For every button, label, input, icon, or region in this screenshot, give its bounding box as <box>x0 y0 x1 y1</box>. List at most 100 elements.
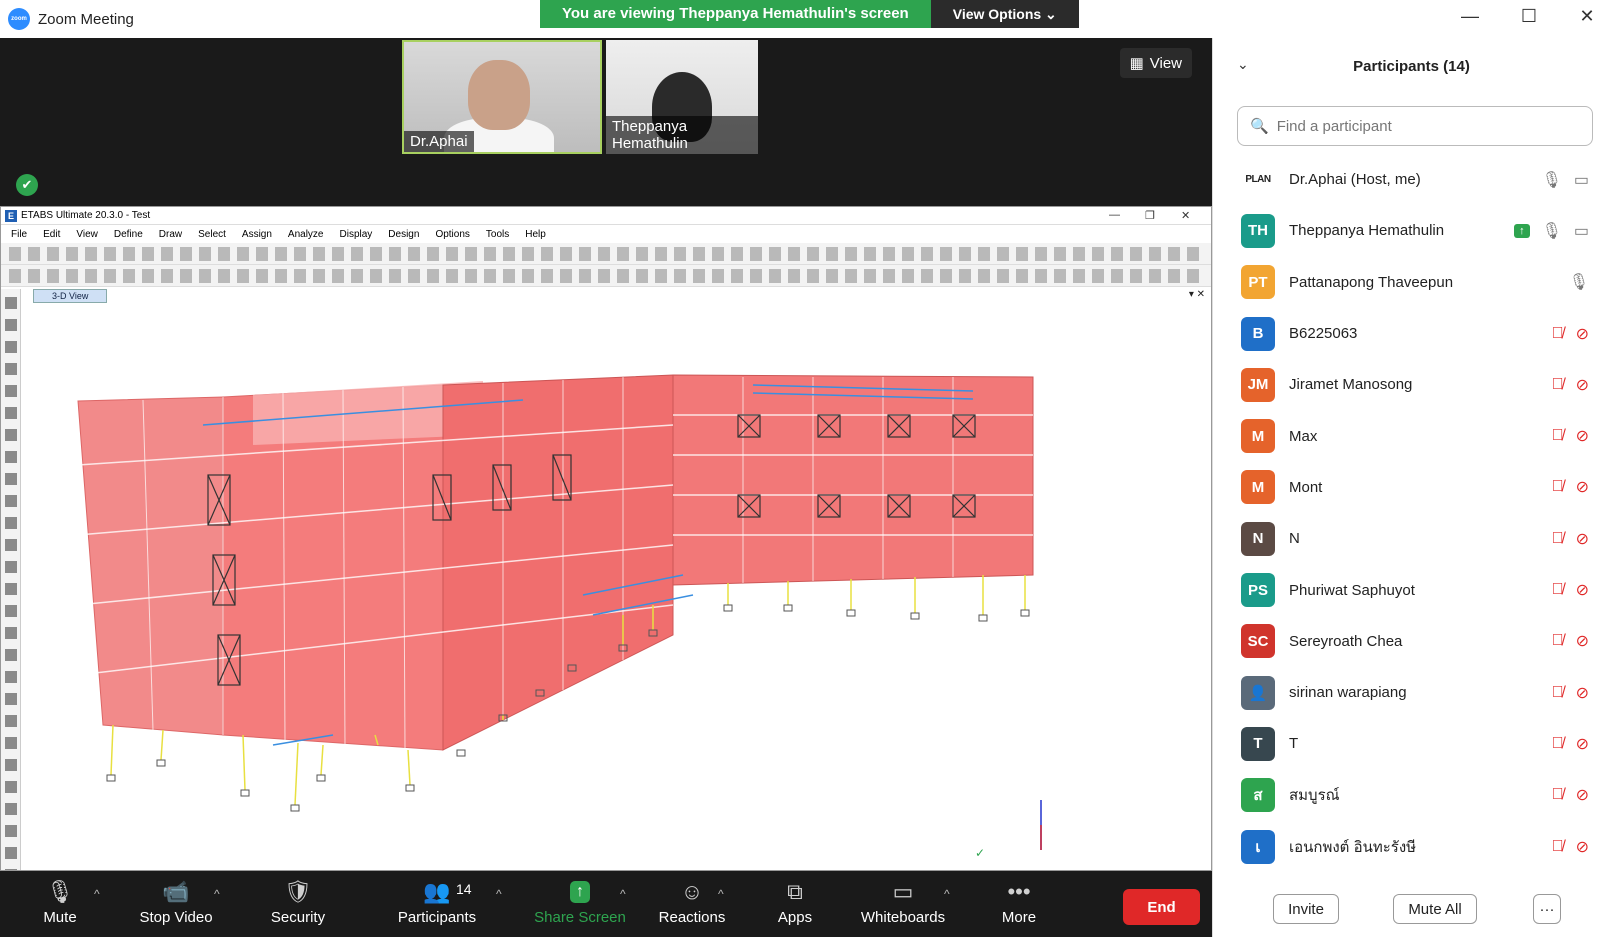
etabs-menu-item: Options <box>435 228 470 240</box>
minimize-button[interactable]: — <box>1455 6 1485 27</box>
share-banner: You are viewing Theppanya Hemathulin's s… <box>540 0 1079 28</box>
participant-name: Phuriwat Saphuyot <box>1289 581 1415 599</box>
view-options-button[interactable]: View Options ⌄ <box>930 0 1079 28</box>
video-off-icon: ⊘ <box>1575 838 1589 856</box>
microphone-muted-icon: 🎙̸ <box>1551 529 1564 547</box>
participants-label: Participants <box>397 909 477 926</box>
participant-status-icons: 🎙̸ ⊘ <box>1552 375 1589 395</box>
stop-video-label: Stop Video <box>139 909 213 926</box>
whiteboards-options-caret[interactable]: ^ <box>944 887 950 901</box>
participant-row[interactable]: ส สมบูรณ์ 🎙̸ ⊘ <box>1213 770 1610 821</box>
etabs-menu-item: Define <box>113 228 143 240</box>
whiteboards-button[interactable]: ▭ Whiteboards <box>856 877 950 926</box>
participant-row[interactable]: เ เอนกพงต์ อินทะรังษี 🎙̸ ⊘ <box>1213 821 1610 872</box>
video-off-icon: ⊘ <box>1575 428 1589 446</box>
video-off-icon: ⊘ <box>1575 479 1589 497</box>
participant-status-icons: 🎙̸ ⊘ <box>1552 785 1589 805</box>
microphone-muted-icon: 🎙̸ <box>1551 632 1564 650</box>
participant-row[interactable]: M Max 🎙̸ ⊘ <box>1213 410 1610 461</box>
apps-button[interactable]: ⧉ Apps <box>770 877 820 926</box>
video-camera-icon: ▭ <box>1573 222 1589 240</box>
microphone-muted-icon: 🎙̸ <box>1551 427 1564 445</box>
participant-status-icons: 🎙̸ ⊘ <box>1552 837 1589 857</box>
participant-name: Max <box>1289 427 1318 445</box>
participant-row[interactable]: SC Sereyroath Chea 🎙̸ ⊘ <box>1213 616 1610 667</box>
chevron-down-icon[interactable]: ⌄ <box>1237 56 1249 73</box>
encryption-shield-icon[interactable]: ✔ <box>16 174 38 196</box>
etabs-toolbar <box>1 243 1211 265</box>
microphone-icon: 🎙 <box>46 879 74 904</box>
participant-row[interactable]: PT Pattanapong Thaveepun 🎙 <box>1213 257 1610 308</box>
etabs-minimize-icon: — <box>1109 209 1120 221</box>
building-model-graphic: ✓ <box>77 374 1042 860</box>
avatar: N <box>1241 521 1275 556</box>
microphone-muted-icon: 🎙̸ <box>1551 837 1564 855</box>
microphone-muted-icon: 🎙̸ <box>1551 786 1564 804</box>
participant-row[interactable]: 👤 sirinan warapiang 🎙̸ ⊘ <box>1213 667 1610 718</box>
participant-name: N <box>1289 530 1300 548</box>
etabs-title: ETABS Ultimate 20.3.0 - Test <box>21 210 151 221</box>
etabs-menu-bar: File Edit View Define Draw Select Assign… <box>1 225 1211 243</box>
window-title: Zoom Meeting <box>38 10 134 28</box>
svg-text:✓: ✓ <box>975 846 985 860</box>
etabs-menu-item: Draw <box>158 228 183 240</box>
etabs-title-bar: E ETABS Ultimate 20.3.0 - Test — ❐ ✕ <box>1 207 1211 225</box>
microphone-icon: 🎙 <box>1541 222 1562 240</box>
mute-button[interactable]: 🎙 Mute <box>38 877 82 926</box>
shared-screen: E ETABS Ultimate 20.3.0 - Test — ❐ ✕ Fil… <box>0 206 1212 871</box>
more-button[interactable]: ••• More <box>994 877 1044 926</box>
participant-row[interactable]: TH Theppanya Hemathulin ↑ 🎙 ▭ <box>1213 205 1610 256</box>
participant-name: Dr.Aphai (Host, me) <box>1289 171 1421 189</box>
microphone-muted-icon: 🎙̸ <box>1551 581 1564 599</box>
participant-status-icons: 🎙̸ ⊘ <box>1552 426 1589 446</box>
participant-name: T <box>1289 735 1299 753</box>
invite-button[interactable]: Invite <box>1273 894 1339 924</box>
mute-options-caret[interactable]: ^ <box>94 887 100 901</box>
panel-more-button[interactable]: ··· <box>1533 894 1561 924</box>
view-layout-button[interactable]: ▦ View <box>1119 48 1192 78</box>
video-tile[interactable]: Theppanya Hemathulin <box>606 40 758 154</box>
participant-row[interactable]: N N 🎙̸ ⊘ <box>1213 513 1610 564</box>
microphone-icon: 🎙 <box>1541 171 1562 189</box>
participant-name: sirinan warapiang <box>1289 684 1407 702</box>
video-options-caret[interactable]: ^ <box>214 887 220 901</box>
participant-row[interactable]: JM Jiramet Manosong 🎙̸ ⊘ <box>1213 359 1610 410</box>
participant-list: PLAN Dr.Aphai (Host, me) 🎙 ▭ TH Theppanya Hem… <box>1213 154 1610 872</box>
stop-video-button[interactable]: 📹 Stop Video <box>134 877 218 926</box>
avatar: M <box>1241 470 1275 505</box>
share-options-caret[interactable]: ^ <box>620 887 626 901</box>
security-button[interactable]: 🛡 Security <box>266 877 330 926</box>
etabs-menu-item: Tools <box>485 228 510 240</box>
participant-status-icons: 🎙̸ ⊘ <box>1552 734 1589 754</box>
mute-label: Mute <box>43 909 77 926</box>
title-bar: zoom Zoom Meeting You are viewing Theppa… <box>0 0 1610 38</box>
reactions-options-caret[interactable]: ^ <box>718 887 724 901</box>
participants-options-caret[interactable]: ^ <box>496 887 502 901</box>
avatar: SC <box>1241 624 1275 659</box>
participant-search[interactable]: 🔍 <box>1237 106 1593 146</box>
search-input[interactable] <box>1276 117 1577 135</box>
participant-row[interactable]: M Mont 🎙̸ ⊘ <box>1213 462 1610 513</box>
participant-name: Theppanya Hemathulin <box>1289 222 1445 240</box>
avatar: TH <box>1241 213 1275 248</box>
etabs-menu-item: Help <box>525 228 546 240</box>
close-button[interactable]: ✕ <box>1572 6 1602 27</box>
reactions-button[interactable]: ☺ Reactions <box>654 877 730 926</box>
video-tile[interactable]: Dr.Aphai <box>402 40 602 154</box>
participant-row[interactable]: B B6225063 🎙̸ ⊘ <box>1213 308 1610 359</box>
video-off-icon: ⊘ <box>1575 735 1589 753</box>
participant-status-icons: 🎙̸ ⊘ <box>1552 631 1589 651</box>
participant-status-icons: 🎙 <box>1569 272 1589 292</box>
share-screen-button[interactable]: ↑ Share Screen <box>530 877 630 926</box>
avatar: ส <box>1241 778 1275 813</box>
mute-all-button[interactable]: Mute All <box>1393 894 1477 924</box>
participant-status-icons: ↑ 🎙 ▭ <box>1514 221 1589 241</box>
participant-row[interactable]: T T 🎙̸ ⊘ <box>1213 718 1610 769</box>
participant-name: เอนกพงต์ อินทะรังษี <box>1289 838 1417 856</box>
maximize-button[interactable]: ☐ <box>1514 6 1544 27</box>
end-meeting-button[interactable]: End <box>1123 889 1200 925</box>
participant-row[interactable]: PS Phuriwat Saphuyot 🎙̸ ⊘ <box>1213 564 1610 615</box>
etabs-menu-item: Analyze <box>287 228 324 240</box>
video-off-icon: ⊘ <box>1575 582 1589 600</box>
participant-row[interactable]: PLAN Dr.Aphai (Host, me) 🎙 ▭ <box>1213 154 1610 205</box>
